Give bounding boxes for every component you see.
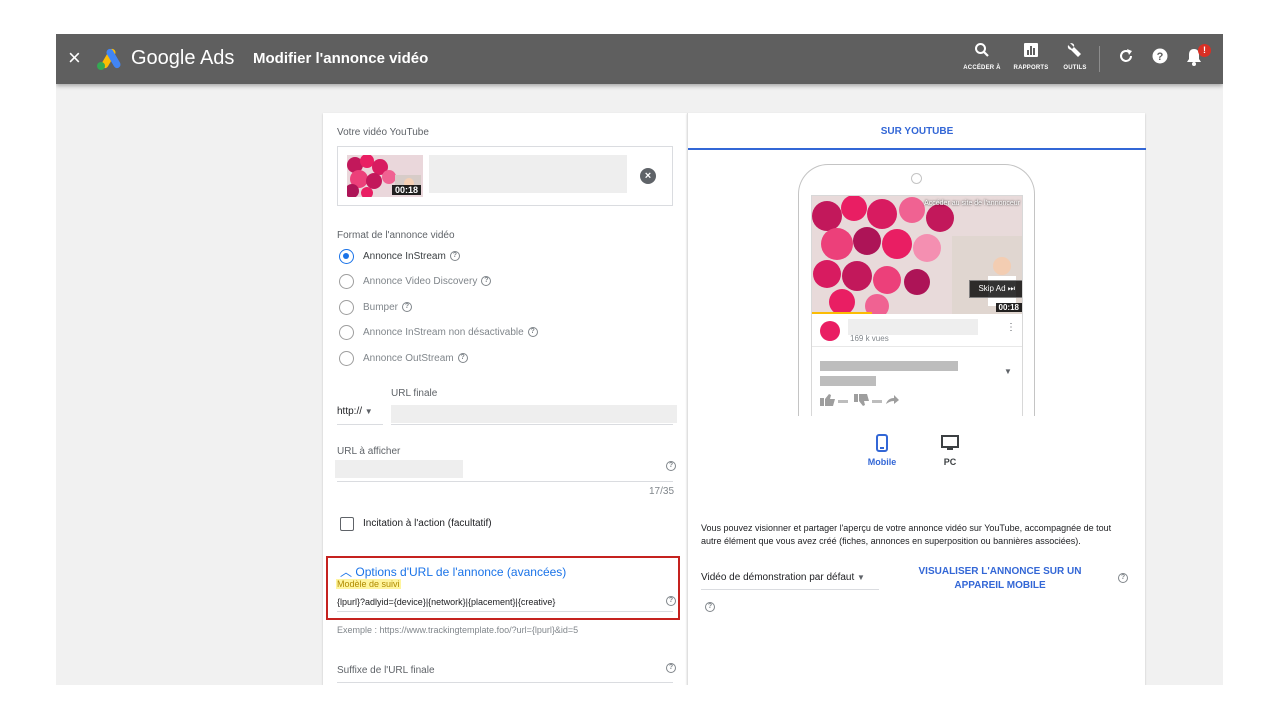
dropdown-arrow-icon: ▼ [857, 573, 865, 582]
tools-label: OUTILS [1063, 65, 1087, 71]
smartphone-icon [876, 434, 888, 452]
title-redacted [820, 376, 876, 386]
phone-preview: Accéder au site de l'annonceur Skip Ad ⏭… [798, 164, 1035, 416]
suffix-underline [337, 682, 673, 683]
preview-description: Vous pouvez visionner et partager l'aper… [701, 523, 1112, 546]
wrench-icon [1067, 43, 1081, 57]
video-duration: 00:18 [391, 185, 421, 195]
pc-label: PC [943, 457, 957, 467]
help-icon[interactable]: ? [1152, 48, 1168, 64]
help-icon[interactable]: ? [666, 461, 676, 471]
format-option-label: Annonce InStream [363, 251, 446, 262]
goto-button[interactable]: ACCÉDER À [960, 42, 1004, 71]
help-icon[interactable]: ? [481, 276, 492, 287]
more-vert-icon[interactable]: ⋮ [1006, 322, 1016, 333]
radio-unselected[interactable] [339, 325, 354, 340]
reports-icon [1024, 43, 1038, 57]
refresh-icon[interactable] [1118, 48, 1134, 64]
format-option-label: Annonce OutStream [363, 353, 454, 364]
help-icon[interactable]: ? [705, 602, 715, 612]
view-count: 169 k vues [850, 334, 889, 343]
google-ads-logo [97, 48, 121, 70]
radio-unselected[interactable] [339, 300, 354, 315]
dropdown-arrow-icon: ▼ [364, 407, 373, 416]
protocol-select[interactable]: http:// ▼ [337, 406, 373, 417]
phone-screen: Accéder au site de l'annonceur Skip Ad ⏭… [811, 195, 1023, 416]
search-icon [975, 43, 989, 57]
divider [812, 346, 1022, 347]
demo-select-underline [701, 589, 879, 590]
help-icon[interactable]: ? [666, 663, 676, 673]
device-tab-mobile[interactable]: Mobile [857, 434, 907, 467]
svg-text:?: ? [1157, 51, 1164, 63]
suffix-label: Suffixe de l'URL finale [337, 665, 435, 676]
final-url-label: URL finale [391, 388, 438, 399]
format-label: Format de l'annonce vidéo [337, 230, 455, 241]
radio-unselected[interactable] [339, 351, 354, 366]
topbar-divider [1099, 46, 1100, 72]
app-frame: × Google Ads Modifier l'annonce vidéo AC… [56, 34, 1223, 685]
video-progress [812, 312, 872, 314]
help-icon[interactable]: ? [449, 251, 460, 262]
close-icon[interactable]: × [68, 46, 81, 70]
radio-unselected[interactable] [339, 274, 354, 289]
video-thumbnail: 00:18 [347, 155, 423, 197]
help-icon[interactable]: ? [457, 353, 468, 364]
tracking-label: Modèle de suivi [336, 579, 401, 589]
tools-button[interactable]: OUTILS [1058, 42, 1092, 71]
video-selector[interactable]: 00:18 × [337, 146, 673, 206]
final-url-underline [391, 424, 673, 425]
radio-selected[interactable] [339, 249, 354, 264]
actions-row-icon [820, 394, 899, 406]
video-title-redacted [429, 155, 627, 193]
cta-checkbox[interactable] [340, 517, 354, 531]
help-icon[interactable]: ? [1118, 573, 1128, 583]
demo-video-value: Vidéo de démonstration par défaut [701, 572, 855, 583]
remove-video-icon[interactable]: × [640, 168, 656, 184]
advanced-options-label: Options d'URL de l'annonce (avancées) [355, 565, 567, 579]
format-option-label: Bumper [363, 302, 399, 313]
page-title: Modifier l'annonce vidéo [253, 50, 429, 67]
video-duration: 00:18 [995, 303, 1022, 312]
channel-avatar [820, 321, 840, 341]
top-bar: × Google Ads Modifier l'annonce vidéo AC… [56, 34, 1223, 84]
protocol-underline [337, 424, 383, 425]
protocol-value: http:// [337, 406, 363, 417]
channel-name-redacted [848, 319, 978, 335]
device-tab-pc[interactable]: PC [925, 434, 975, 467]
chevron-up-icon: ︿ [340, 565, 353, 579]
help-icon[interactable]: ? [527, 327, 538, 338]
reports-label: RAPPORTS [1013, 65, 1049, 71]
format-option-label: Annonce InStream non désactivable [363, 327, 524, 338]
brand-name: Google Ads [131, 47, 235, 69]
desktop-icon [941, 435, 959, 450]
reports-button[interactable]: RAPPORTS [1011, 42, 1051, 71]
phone-camera [911, 173, 922, 184]
ad-video-player[interactable]: Accéder au site de l'annonceur Skip Ad ⏭… [812, 196, 1022, 314]
format-option-label: Annonce Video Discovery [363, 276, 478, 287]
title-redacted [820, 361, 958, 371]
char-counter: 17/35 [649, 486, 675, 497]
demo-video-select[interactable]: Vidéo de démonstration par défaut ▼ [701, 572, 865, 583]
advanced-options-toggle[interactable]: ︿ Options d'URL de l'annonce (avancées) [340, 563, 566, 580]
goto-label: ACCÉDER À [963, 65, 1001, 71]
final-url-input[interactable] [391, 405, 677, 423]
tracking-example: Exemple : https://www.trackingtemplate.f… [337, 625, 579, 635]
display-url-label: URL à afficher [337, 446, 401, 457]
display-url-underline [337, 481, 673, 482]
view-on-mobile-link[interactable]: VISUALISER L'ANNONCE SUR UN APPAREIL MOB… [910, 565, 1090, 593]
tab-on-youtube[interactable]: SUR YOUTUBE [688, 113, 1146, 150]
mobile-label: Mobile [867, 457, 897, 467]
preview-panel: SUR YOUTUBE Accéder au site de l'annonce… [687, 113, 1146, 685]
notification-badge: ! [1198, 44, 1211, 57]
video-label: Votre vidéo YouTube [337, 127, 429, 138]
cta-label: Incitation à l'action (facultatif) [363, 518, 492, 529]
display-url-input[interactable] [335, 460, 463, 478]
help-icon[interactable]: ? [402, 302, 413, 313]
skip-ad-button[interactable]: Skip Ad ⏭ [969, 280, 1022, 298]
expand-icon[interactable]: ▼ [1004, 367, 1012, 376]
visit-advertiser-link[interactable]: Accéder au site de l'annonceur [924, 200, 1020, 207]
